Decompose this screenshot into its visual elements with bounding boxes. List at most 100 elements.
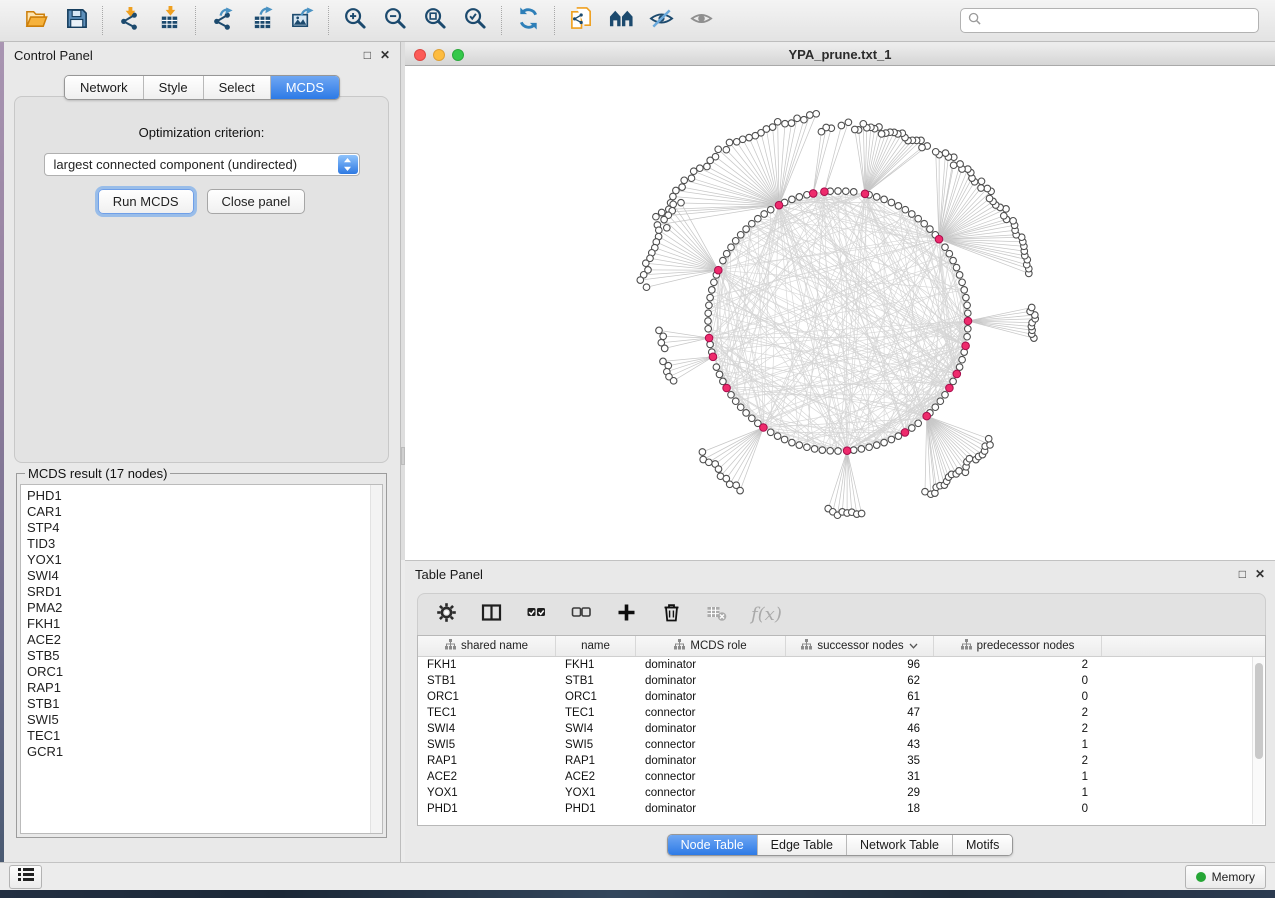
- new-network-from-selection-button[interactable]: [567, 7, 595, 35]
- column-label: predecessor nodes: [977, 640, 1075, 652]
- hide-selected-button[interactable]: [647, 7, 675, 35]
- task-history-button[interactable]: [9, 865, 42, 889]
- minimize-window-icon[interactable]: [433, 49, 445, 61]
- delete-table-button: [706, 602, 727, 628]
- import-table-button[interactable]: [155, 7, 183, 35]
- save-session-button[interactable]: [62, 7, 90, 35]
- mcds-result-node[interactable]: TID3: [27, 536, 376, 552]
- mcds-result-node[interactable]: YOX1: [27, 552, 376, 568]
- export-image-button[interactable]: [288, 7, 316, 35]
- mcds-result-node[interactable]: SWI5: [27, 712, 376, 728]
- optimization-criterion-select[interactable]: largest connected component (undirected): [44, 153, 360, 176]
- mcds-result-node[interactable]: SWI4: [27, 568, 376, 584]
- cell-mcds-role: connector: [636, 705, 786, 721]
- table-row[interactable]: PHD1 PHD1 dominator 18 0: [418, 801, 1265, 817]
- refresh-layout-button[interactable]: [514, 7, 542, 35]
- search-input[interactable]: [987, 13, 1251, 29]
- zoom-selected-button[interactable]: [461, 7, 489, 35]
- add-column-button[interactable]: [616, 602, 637, 628]
- tab-network[interactable]: Network: [65, 76, 143, 99]
- tab-edge-table[interactable]: Edge Table: [757, 835, 846, 855]
- mcds-result-list[interactable]: PHD1CAR1STP4TID3YOX1SWI4SRD1PMA2FKH1ACE2…: [20, 484, 383, 834]
- cell-successor-nodes: 29: [786, 785, 934, 801]
- column-header-predecessor-nodes[interactable]: predecessor nodes: [934, 636, 1102, 656]
- float-panel-icon[interactable]: □: [364, 49, 371, 61]
- search-box[interactable]: [960, 8, 1259, 33]
- network-window-titlebar[interactable]: YPA_prune.txt_1: [405, 44, 1275, 66]
- mcds-result-node[interactable]: TEC1: [27, 728, 376, 744]
- first-neighbors-button[interactable]: [607, 7, 635, 35]
- import-network-button[interactable]: [115, 7, 143, 35]
- column-header-mcds-role[interactable]: MCDS role: [636, 636, 786, 656]
- mcds-result-node[interactable]: RAP1: [27, 680, 376, 696]
- cell-successor-nodes: 47: [786, 705, 934, 721]
- close-table-panel-icon[interactable]: ✕: [1255, 568, 1265, 580]
- gear-button[interactable]: [436, 602, 457, 628]
- delete-column-button[interactable]: [661, 602, 682, 628]
- save-session-icon: [64, 6, 89, 36]
- tab-network-table[interactable]: Network Table: [846, 835, 952, 855]
- tab-node-table[interactable]: Node Table: [668, 835, 757, 855]
- table-row[interactable]: ACE2 ACE2 connector 31 1: [418, 769, 1265, 785]
- float-table-panel-icon[interactable]: □: [1239, 568, 1246, 580]
- table-row[interactable]: FKH1 FKH1 dominator 96 2: [418, 657, 1265, 673]
- table-row[interactable]: RAP1 RAP1 dominator 35 2: [418, 753, 1265, 769]
- run-mcds-button[interactable]: Run MCDS: [98, 189, 194, 214]
- column-header-successor-nodes[interactable]: successor nodes: [786, 636, 934, 656]
- export-network-button[interactable]: [208, 7, 236, 35]
- cell-name: STB1: [556, 673, 636, 689]
- zoom-in-button[interactable]: [341, 7, 369, 35]
- table-row[interactable]: YOX1 YOX1 connector 29 1: [418, 785, 1265, 801]
- table-row[interactable]: SWI4 SWI4 dominator 46 2: [418, 721, 1265, 737]
- show-all-icon: [689, 6, 714, 36]
- table-row[interactable]: TEC1 TEC1 connector 47 2: [418, 705, 1265, 721]
- column-header-name[interactable]: name: [556, 636, 636, 656]
- zoom-fit-button[interactable]: [421, 7, 449, 35]
- tab-mcds[interactable]: MCDS: [270, 76, 339, 99]
- tab-motifs[interactable]: Motifs: [952, 835, 1012, 855]
- table-row[interactable]: STB1 STB1 dominator 62 0: [418, 673, 1265, 689]
- task-list-icon: [18, 867, 34, 886]
- table-tabs: Node TableEdge TableNetwork TableMotifs: [667, 834, 1014, 856]
- mcds-result-node[interactable]: ACE2: [27, 632, 376, 648]
- deselect-all-rows-button[interactable]: [571, 602, 592, 628]
- close-window-icon[interactable]: [414, 49, 426, 61]
- select-all-rows-button[interactable]: [526, 602, 547, 628]
- tab-select[interactable]: Select: [203, 76, 270, 99]
- table-scrollbar[interactable]: [1252, 657, 1264, 824]
- maximize-window-icon[interactable]: [452, 49, 464, 61]
- cell-mcds-role: dominator: [636, 673, 786, 689]
- mcds-result-node[interactable]: GCR1: [27, 744, 376, 760]
- delete-table-icon: [706, 602, 727, 628]
- mcds-result-node[interactable]: STB1: [27, 696, 376, 712]
- mcds-result-node[interactable]: STB5: [27, 648, 376, 664]
- close-panel-button[interactable]: Close panel: [207, 189, 306, 214]
- cell-shared-name: ACE2: [418, 769, 556, 785]
- table-row[interactable]: ORC1 ORC1 dominator 61 0: [418, 689, 1265, 705]
- close-panel-icon[interactable]: ✕: [380, 49, 390, 61]
- table-body: FKH1 FKH1 dominator 96 2 STB1 STB1 domin…: [418, 657, 1265, 817]
- table-scrollbar-thumb[interactable]: [1255, 663, 1263, 759]
- deselect-all-rows-icon: [571, 602, 592, 628]
- mcds-list-scrollbar[interactable]: [370, 485, 382, 833]
- open-file-button[interactable]: [22, 7, 50, 35]
- mcds-result-node[interactable]: PMA2: [27, 600, 376, 616]
- mcds-result-node[interactable]: ORC1: [27, 664, 376, 680]
- export-table-button[interactable]: [248, 7, 276, 35]
- memory-button[interactable]: Memory: [1185, 865, 1266, 889]
- network-canvas[interactable]: [405, 66, 1275, 560]
- mcds-result-node[interactable]: PHD1: [27, 488, 376, 504]
- tab-style[interactable]: Style: [143, 76, 203, 99]
- table-row[interactable]: SWI5 SWI5 connector 43 1: [418, 737, 1265, 753]
- refresh-layout-icon: [516, 6, 541, 36]
- mcds-result-node[interactable]: FKH1: [27, 616, 376, 632]
- mcds-panel: Optimization criterion: largest connecte…: [14, 96, 389, 463]
- split-table-button[interactable]: [481, 602, 502, 628]
- zoom-out-button[interactable]: [381, 7, 409, 35]
- column-header-shared-name[interactable]: shared name: [418, 636, 556, 656]
- mcds-result-node[interactable]: CAR1: [27, 504, 376, 520]
- mcds-result-node[interactable]: SRD1: [27, 584, 376, 600]
- show-all-button[interactable]: [687, 7, 715, 35]
- mcds-result-node[interactable]: STP4: [27, 520, 376, 536]
- cell-mcds-role: dominator: [636, 801, 786, 817]
